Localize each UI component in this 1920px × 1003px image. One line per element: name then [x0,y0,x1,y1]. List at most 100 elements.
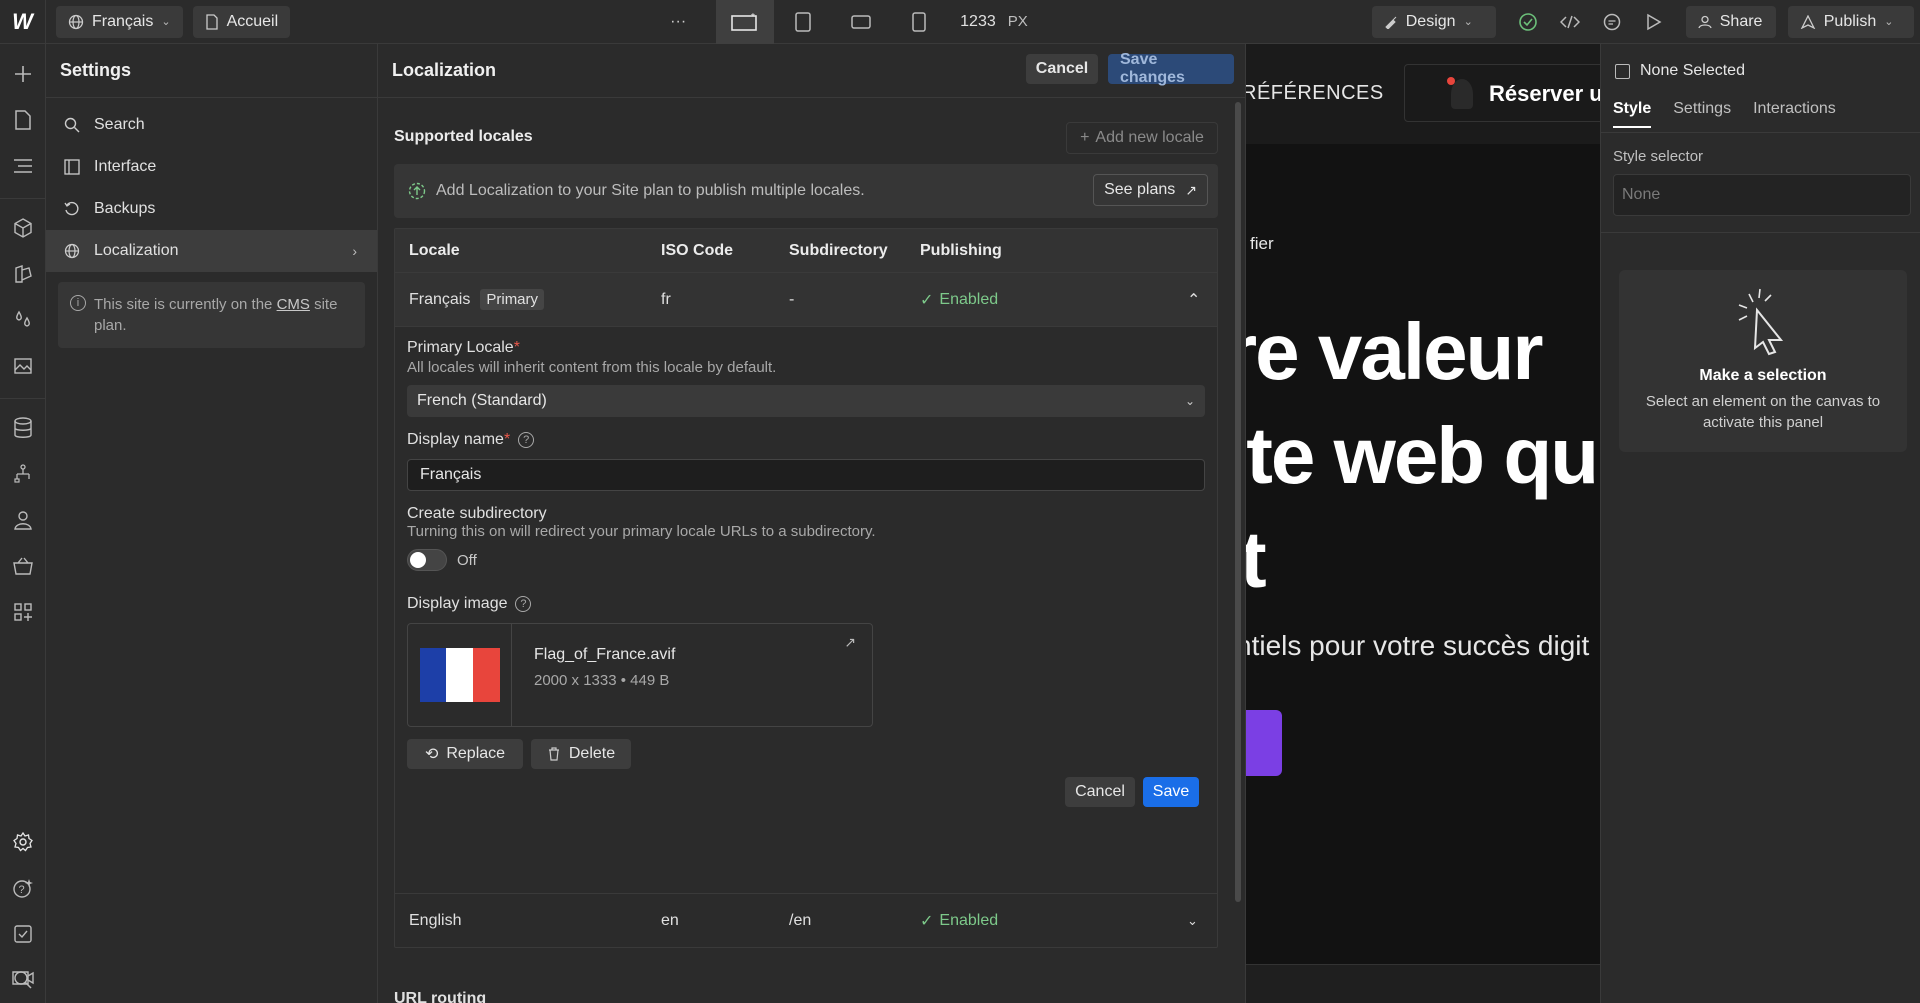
users-icon[interactable] [11,508,35,532]
display-name-input[interactable]: Français [407,459,1205,491]
detail-cancel-button[interactable]: Cancel [1065,777,1135,807]
table-row-english[interactable]: English en /en ✓ Enabled ⌄ [395,893,1217,947]
settings-item-label: Backups [94,200,156,217]
tab-style[interactable]: Style [1613,100,1652,128]
canvas-cta-box[interactable]: Réserver u [1404,64,1600,122]
panel-scrollbar[interactable] [1235,102,1241,902]
cms-database-icon[interactable] [11,416,35,440]
none-selected-label: None Selected [1640,62,1745,79]
publish-button[interactable]: Publish ⌄ [1787,5,1914,38]
publishing-status: Enabled [939,911,999,929]
tab-settings[interactable]: Settings [1673,100,1731,128]
make-selection-card: Make a selection Select an element on th… [1619,270,1907,452]
share-label: Share [1719,12,1763,30]
checkbox-icon [1615,63,1630,79]
table-row-francais[interactable]: Français Primary fr - ✓ Enabled ⌃ [395,273,1217,327]
preview-play-icon[interactable] [1642,10,1666,34]
canvas-width-value[interactable]: 1233 [960,13,996,31]
replace-image-button[interactable]: ⟲ Replace [407,739,523,769]
canvas-headline-line-1: re valeur [1246,307,1544,396]
column-header-publishing: Publishing [920,241,1002,259]
video-tutorial-icon[interactable] [11,968,35,993]
publish-label: Publish [1823,12,1877,30]
plan-info-note: i This site is currently on the CMS site… [58,282,365,348]
column-header-locale: Locale [409,241,460,259]
mobile-landscape-breakpoint-button[interactable] [832,0,890,44]
iso-cell: en [661,911,679,929]
assets-image-icon[interactable] [11,354,35,378]
primary-locale-select[interactable]: French (Standard) ⌄ [407,385,1205,417]
settings-item-localization[interactable]: Localization › [46,230,377,272]
settings-item-label: Localization [94,242,179,259]
desktop-breakpoint-button[interactable]: * [716,0,775,44]
comment-icon[interactable] [1600,10,1624,34]
primary-locale-description: All locales will inherit content from th… [407,359,777,376]
chevron-right-icon: › [352,243,357,259]
variables-icon[interactable] [11,262,35,286]
settings-item-interface[interactable]: Interface [46,146,377,188]
apps-icon[interactable] [11,600,35,624]
search-icon [64,117,80,133]
create-subdirectory-description: Turning this on will redirect your prima… [407,523,876,540]
image-file-name: Flag_of_France.avif [534,646,676,663]
tasks-checkbox-icon[interactable] [11,922,35,946]
more-options-button[interactable]: ··· [660,6,696,38]
chevron-up-icon[interactable]: ⌃ [1187,290,1200,310]
open-external-icon[interactable]: ↗ [844,634,856,651]
canvas-width-unit: PX [1007,13,1028,30]
iso-cell: fr [661,290,671,308]
display-image-card[interactable]: Flag_of_France.avif 2000 x 1333 • 449 B … [407,623,873,727]
selection-indicator: None Selected [1615,62,1745,80]
webflow-logo-icon[interactable]: W [0,0,46,44]
detail-save-button[interactable]: Save [1143,777,1199,807]
navigator-icon[interactable] [11,154,35,178]
help-icon[interactable]: ? [515,595,532,612]
design-canvas[interactable]: RÉFÉRENCES Réserver u fier re valeur ite… [1246,44,1600,964]
settings-item-search[interactable]: Search [46,104,377,146]
cancel-button[interactable]: Cancel [1026,54,1098,84]
tablet-icon [795,11,811,32]
help-sparkle-icon[interactable]: ? [11,876,35,900]
style-drops-icon[interactable] [11,308,35,332]
save-changes-button[interactable]: Save changes [1108,51,1234,86]
settings-gear-icon[interactable] [11,830,35,854]
cms-plan-link[interactable]: CMS [277,296,310,313]
tablet-breakpoint-button[interactable] [774,0,832,44]
page-switcher-button[interactable]: Accueil [192,5,291,38]
canvas-nav-link[interactable]: RÉFÉRENCES [1246,82,1384,105]
notification-dot [1447,77,1455,85]
chevron-down-icon: ⌄ [1884,16,1894,28]
display-image-label-wrap: Display image? [407,595,532,613]
locale-switcher-button[interactable]: Français ⌄ [56,5,183,38]
pages-icon[interactable] [11,108,35,132]
logic-flow-icon[interactable] [11,462,35,486]
see-plans-button[interactable]: See plans ↗ [1093,174,1208,206]
display-name-label: Display name [407,431,504,448]
make-selection-description: Select an element on the canvas to activ… [1645,393,1881,431]
style-selector-input[interactable]: None [1613,174,1911,216]
create-subdirectory-toggle[interactable] [407,549,447,571]
add-elements-icon[interactable] [11,62,35,86]
tab-interactions[interactable]: Interactions [1753,100,1836,128]
canvas-purple-button[interactable] [1246,710,1282,776]
check-status-icon[interactable] [1516,10,1540,34]
settings-item-backups[interactable]: Backups [46,188,377,230]
canvas-small-text: fier [1250,234,1274,253]
delete-image-button[interactable]: Delete [531,739,631,769]
primary-locale-value: French (Standard) [417,392,547,409]
design-mode-button[interactable]: Design ⌄ [1371,5,1496,38]
display-image-label: Display image [407,595,508,612]
info-icon: i [70,295,86,311]
share-button[interactable]: Share [1685,5,1776,38]
mobile-portrait-breakpoint-button[interactable] [890,0,948,44]
add-new-locale-button[interactable]: + Add new locale [1066,122,1218,154]
chevron-down-icon[interactable]: ⌄ [1187,913,1198,929]
localization-title: Localization [392,60,497,80]
code-icon[interactable] [1558,10,1582,34]
components-icon[interactable] [11,216,35,240]
column-header-iso: ISO Code [661,241,734,259]
help-icon[interactable]: ? [518,431,535,448]
plus-icon: + [1080,129,1090,146]
check-icon: ✓ [920,291,934,309]
ecommerce-basket-icon[interactable] [11,554,35,578]
